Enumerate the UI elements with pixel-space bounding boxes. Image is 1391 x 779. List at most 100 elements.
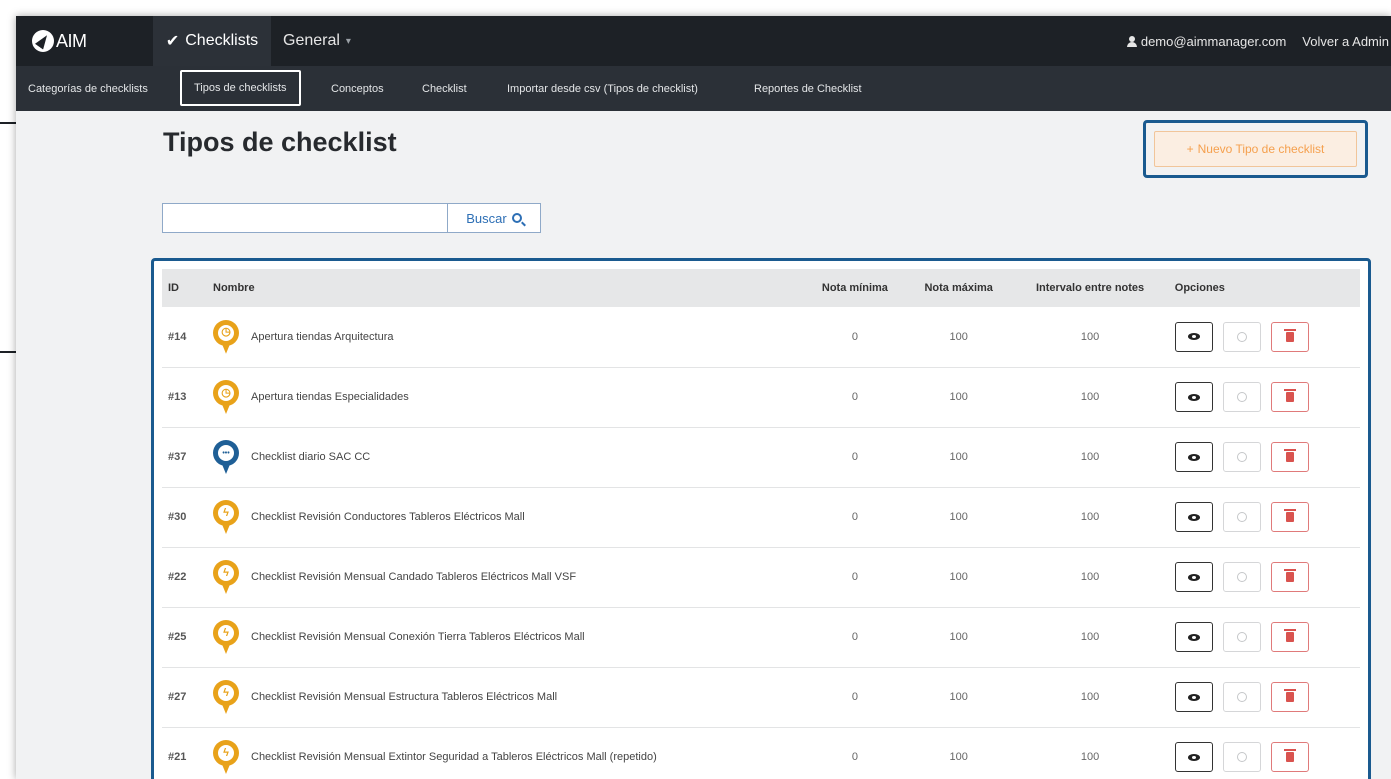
row-name: Checklist diario SAC CC bbox=[251, 451, 371, 463]
row-name: Apertura tiendas Arquitectura bbox=[251, 330, 394, 343]
user-account-link[interactable]: demo@aimmanager.com bbox=[1126, 33, 1287, 49]
table-row: #37 ••• Checklist diario SAC CC 0 100 100 bbox=[162, 427, 1360, 487]
row-max: 100 bbox=[949, 631, 968, 643]
trash-icon bbox=[1283, 629, 1296, 642]
search-form: Buscar bbox=[162, 203, 541, 233]
new-button-label: Nuevo Tipo de checklist bbox=[1197, 142, 1325, 156]
trash-icon bbox=[1283, 749, 1296, 762]
eye-icon bbox=[1187, 513, 1200, 521]
eye-icon bbox=[1187, 453, 1200, 461]
eye-icon bbox=[1187, 753, 1200, 761]
delete-button[interactable] bbox=[1270, 442, 1309, 472]
row-options bbox=[1169, 727, 1360, 779]
edit-button[interactable] bbox=[1222, 742, 1261, 772]
edit-button[interactable] bbox=[1222, 682, 1261, 712]
row-name-cell: ◷ Apertura tiendas Arquitectura bbox=[207, 307, 804, 367]
checklist-types-table: ID Nombre Nota mínima Nota máxima Interv… bbox=[162, 269, 1360, 779]
edit-icon bbox=[1236, 392, 1247, 402]
row-name: Checklist Revisión Mensual Candado Table… bbox=[251, 571, 577, 583]
clock-pin-icon: ◷ bbox=[213, 380, 239, 414]
delete-button[interactable] bbox=[1270, 682, 1309, 712]
user-icon bbox=[1126, 35, 1137, 47]
view-button[interactable] bbox=[1174, 622, 1213, 652]
view-button[interactable] bbox=[1174, 562, 1213, 592]
row-name-cell: ϟ Checklist Revisión Mensual Conexión Tie… bbox=[207, 607, 804, 667]
subnav-importar-csv[interactable]: Importar desde csv (Tipos de checklist) bbox=[507, 66, 698, 111]
row-interval: 100 bbox=[1080, 691, 1100, 703]
edit-icon bbox=[1236, 572, 1247, 582]
bolt-pin-icon: ϟ bbox=[213, 560, 239, 594]
row-min: 0 bbox=[851, 330, 858, 343]
row-name-cell: ϟ Checklist Revisión Mensual Candado Tabl… bbox=[207, 547, 804, 607]
view-button[interactable] bbox=[1174, 382, 1213, 412]
delete-button[interactable] bbox=[1270, 502, 1309, 532]
delete-button[interactable] bbox=[1270, 622, 1309, 652]
row-max: 100 bbox=[949, 330, 968, 343]
row-min: 0 bbox=[851, 751, 858, 763]
view-button[interactable] bbox=[1174, 682, 1213, 712]
row-max: 100 bbox=[949, 571, 968, 583]
brand-name: AIM bbox=[56, 30, 87, 51]
row-interval: 100 bbox=[1080, 631, 1100, 643]
row-max: 100 bbox=[949, 391, 968, 403]
view-button[interactable] bbox=[1174, 502, 1213, 532]
row-max: 100 bbox=[949, 511, 968, 523]
row-options bbox=[1169, 487, 1360, 547]
back-to-admin-link[interactable]: Volver a Admin bbox=[1302, 34, 1389, 49]
chevron-down-icon: ▾ bbox=[345, 35, 351, 47]
brand-logo[interactable]: AIM bbox=[32, 30, 87, 52]
eye-icon bbox=[1187, 333, 1200, 341]
subnav-tipos[interactable]: Tipos de checklists bbox=[180, 70, 301, 106]
row-interval: 100 bbox=[1080, 751, 1100, 763]
header-id: ID bbox=[168, 282, 179, 294]
edit-icon bbox=[1236, 632, 1247, 642]
user-email: demo@aimmanager.com bbox=[1140, 33, 1287, 49]
bolt-pin-icon: ϟ bbox=[213, 740, 239, 774]
trash-icon bbox=[1283, 449, 1296, 462]
edit-button[interactable] bbox=[1222, 562, 1261, 592]
row-id: #37 bbox=[168, 451, 187, 463]
subnav-categorias[interactable]: Categorías de checklists bbox=[28, 66, 148, 111]
row-name: Checklist Revisión Mensual Estructura Ta… bbox=[251, 691, 558, 703]
edit-button[interactable] bbox=[1222, 442, 1261, 472]
delete-button[interactable] bbox=[1270, 321, 1309, 352]
delete-button[interactable] bbox=[1270, 742, 1309, 772]
search-button[interactable]: Buscar bbox=[447, 203, 541, 233]
row-id: #13 bbox=[168, 391, 187, 403]
table-row: #14 ◷ Apertura tiendas Arquitectura 0 100 100 bbox=[162, 307, 1360, 367]
eye-icon bbox=[1187, 633, 1200, 641]
nav-right: demo@aimmanager.com Volver a Admin bbox=[1126, 16, 1391, 66]
edit-button[interactable] bbox=[1222, 622, 1261, 652]
compass-logo-icon bbox=[32, 30, 54, 52]
new-checklist-type-button[interactable]: + Nuevo Tipo de checklist bbox=[1154, 131, 1357, 167]
row-id: #14 bbox=[168, 330, 187, 343]
edit-icon bbox=[1236, 331, 1247, 342]
edit-button[interactable] bbox=[1222, 382, 1261, 412]
row-min: 0 bbox=[851, 451, 858, 463]
nav-checklists-label: Checklists bbox=[185, 32, 259, 49]
bolt-pin-icon: ϟ bbox=[213, 680, 239, 714]
plus-icon: + bbox=[1186, 142, 1194, 156]
header-max: Nota máxima bbox=[924, 282, 993, 294]
delete-button[interactable] bbox=[1270, 562, 1309, 592]
subnav-conceptos[interactable]: Conceptos bbox=[331, 66, 384, 111]
trash-icon bbox=[1283, 389, 1296, 402]
nav-checklists[interactable]: ✔ Checklists bbox=[153, 16, 271, 66]
view-button[interactable] bbox=[1174, 442, 1213, 472]
subnav-reportes[interactable]: Reportes de Checklist bbox=[754, 66, 862, 111]
search-button-label: Buscar bbox=[466, 210, 507, 226]
search-input[interactable] bbox=[162, 203, 447, 233]
edit-button[interactable] bbox=[1222, 502, 1261, 532]
nav-general-dropdown[interactable]: General ▾ bbox=[283, 16, 351, 66]
delete-button[interactable] bbox=[1270, 382, 1309, 412]
row-min: 0 bbox=[851, 691, 858, 703]
row-interval: 100 bbox=[1080, 571, 1100, 583]
row-options bbox=[1169, 427, 1360, 487]
view-button[interactable] bbox=[1174, 742, 1213, 772]
edit-button[interactable] bbox=[1222, 321, 1261, 352]
trash-icon bbox=[1283, 569, 1296, 582]
subnav-checklist[interactable]: Checklist bbox=[422, 66, 467, 111]
row-id: #30 bbox=[168, 511, 187, 523]
view-button[interactable] bbox=[1174, 321, 1213, 352]
row-max: 100 bbox=[949, 451, 968, 463]
